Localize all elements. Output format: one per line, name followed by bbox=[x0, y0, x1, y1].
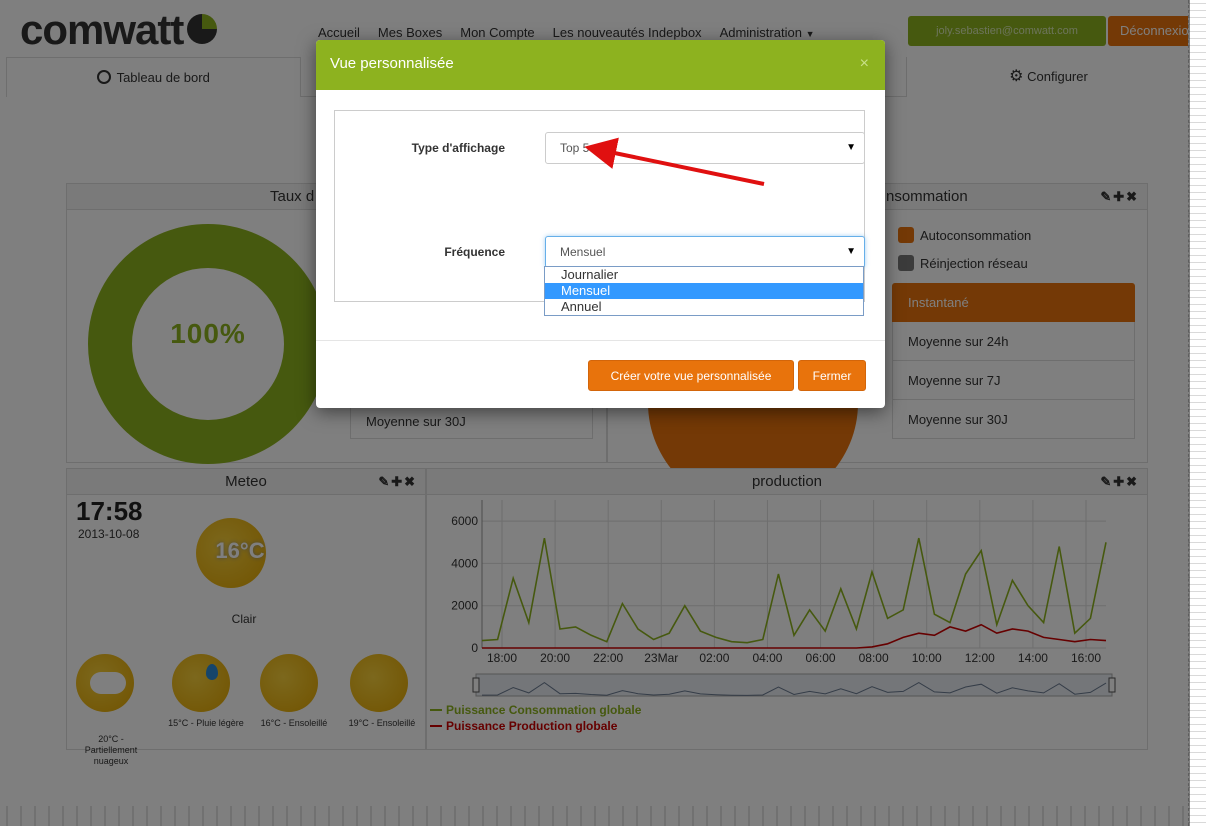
option-annuel[interactable]: Annuel bbox=[545, 299, 863, 315]
modal-title: Vue personnalisée bbox=[330, 55, 454, 72]
close-icon[interactable]: × bbox=[860, 40, 869, 88]
option-journalier[interactable]: Journalier bbox=[545, 267, 863, 283]
option-mensuel[interactable]: Mensuel bbox=[545, 283, 863, 299]
frequence-dropdown: Journalier Mensuel Annuel bbox=[544, 266, 864, 316]
frequence-select-value: Mensuel bbox=[560, 245, 606, 259]
frequence-label: Fréquence bbox=[444, 245, 505, 259]
close-button[interactable]: Fermer bbox=[798, 360, 866, 391]
modal-footer: Créer votre vue personnalisée Fermer bbox=[316, 340, 885, 408]
create-view-button[interactable]: Créer votre vue personnalisée bbox=[588, 360, 794, 391]
frequence-select[interactable]: Mensuel ▼ bbox=[545, 236, 865, 268]
caret-down-icon: ▼ bbox=[846, 142, 856, 153]
torn-edge-right bbox=[1188, 0, 1206, 826]
type-select[interactable]: Top 5 ▼ bbox=[545, 132, 865, 164]
type-label: Type d'affichage bbox=[411, 141, 505, 155]
type-select-value: Top 5 bbox=[560, 141, 590, 155]
caret-down-icon: ▼ bbox=[846, 246, 856, 257]
modal-header: Vue personnalisée × bbox=[316, 40, 885, 90]
custom-view-modal: Vue personnalisée × Type d'affichage Top… bbox=[316, 40, 885, 408]
